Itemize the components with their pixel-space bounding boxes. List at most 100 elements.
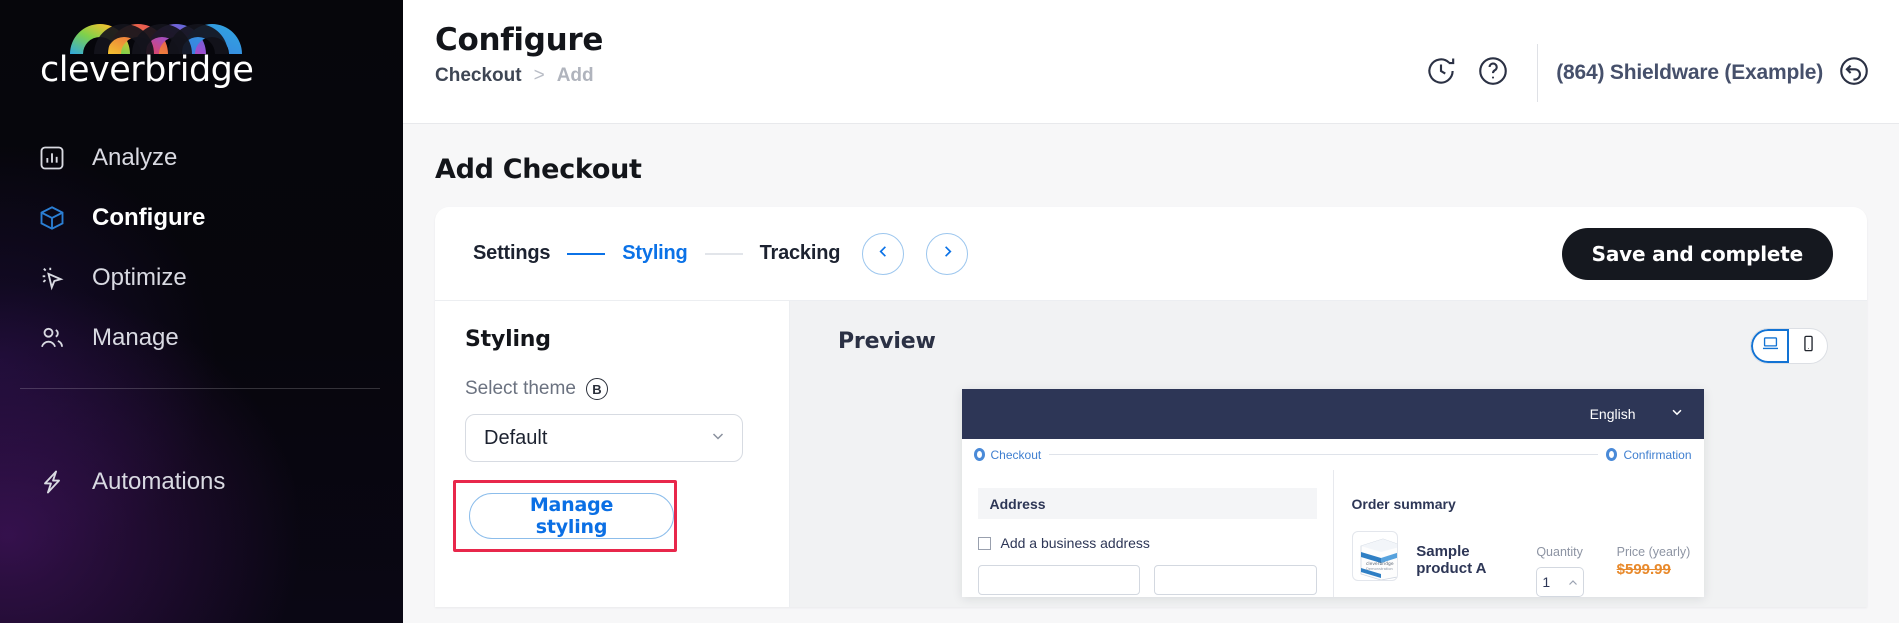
device-toggle-mobile[interactable]	[1789, 329, 1827, 363]
section-title: Add Checkout	[435, 154, 642, 185]
checkout-step-checkout: Checkout	[973, 448, 1041, 462]
address-section-title: Address	[977, 488, 1317, 519]
wizard-body: Styling Select theme B Default Manage st…	[435, 300, 1867, 607]
device-toggle	[1751, 329, 1827, 363]
help-button[interactable]	[1467, 47, 1519, 99]
bar-chart-icon	[36, 142, 68, 174]
breadcrumb-current: Add	[556, 65, 594, 86]
account-name: (864) Shieldware (Example)	[1556, 61, 1823, 84]
chevron-left-icon	[876, 244, 891, 264]
address-column: Address Add a business address	[962, 470, 1334, 597]
preview-header: Preview	[838, 329, 1827, 363]
preview-pane: Preview English Checkout Confirmation Ad…	[790, 301, 1867, 607]
theme-field-label-row: Select theme B	[465, 378, 759, 400]
sidebar-item-label: Manage	[92, 324, 179, 351]
wizard-header: Settings Styling Tracking Save and compl…	[435, 207, 1867, 300]
svg-text:Demonstration: Demonstration	[1366, 567, 1393, 571]
breadcrumb: Checkout > Add	[435, 65, 603, 87]
clock-rotate-icon	[1424, 54, 1458, 93]
wizard-card: Settings Styling Tracking Save and compl…	[435, 207, 1867, 607]
primary-nav: Analyze Configure Optimize Manage	[0, 128, 403, 368]
step-label: Confirmation	[1623, 447, 1692, 462]
chevron-right-icon	[940, 244, 955, 264]
preview-title: Preview	[838, 329, 936, 354]
tab-tracking[interactable]: Tracking	[760, 242, 841, 265]
quantity-column-header: Quantity	[1536, 545, 1583, 559]
order-line-item: cleverbridge Demonstration Sample produc…	[1351, 531, 1694, 597]
theme-field-label: Select theme	[465, 378, 576, 399]
checkout-preview-topbar: English	[961, 389, 1704, 439]
product-name: Sample product A	[1416, 543, 1487, 577]
tab-styling[interactable]: Styling	[622, 242, 687, 265]
stepper-up-icon[interactable]	[1568, 574, 1578, 590]
top-bar: Configure Checkout > Add (864) Shieldwar…	[403, 0, 1899, 124]
product-box-image-icon: cleverbridge Demonstration	[1351, 531, 1399, 581]
chevron-down-icon[interactable]	[1670, 405, 1684, 424]
page-title: Configure	[435, 22, 604, 58]
cube-icon	[36, 202, 68, 234]
undo-arrow-circle-icon[interactable]	[1837, 54, 1871, 93]
language-selector-value[interactable]: English	[1590, 406, 1636, 422]
first-name-input[interactable]	[977, 565, 1140, 595]
product-price: $599.99	[1616, 561, 1671, 578]
main-region: Configure Checkout > Add (864) Shieldwar…	[403, 0, 1899, 623]
sidebar-divider	[20, 388, 380, 389]
prev-step-button[interactable]	[862, 232, 905, 275]
sidebar-item-automations[interactable]: Automations	[0, 452, 403, 512]
secondary-nav: Automations	[0, 452, 403, 512]
lightning-bolt-icon	[36, 466, 68, 498]
sidebar-item-analyze[interactable]: Analyze	[0, 128, 403, 188]
question-circle-icon	[1476, 54, 1510, 93]
breadcrumb-parent[interactable]: Checkout	[435, 65, 522, 87]
step-ring-icon	[973, 448, 985, 461]
history-button[interactable]	[1415, 47, 1467, 99]
top-bar-actions: (864) Shieldware (Example)	[1415, 22, 1871, 102]
checkout-preview-frame: English Checkout Confirmation Address Ad…	[961, 389, 1704, 597]
progress-track	[1049, 454, 1599, 455]
checkout-progress: Checkout Confirmation	[961, 439, 1704, 470]
sidebar-item-label: Optimize	[92, 264, 187, 291]
sidebar-item-manage[interactable]: Manage	[0, 308, 403, 368]
save-and-complete-button[interactable]: Save and complete	[1561, 227, 1833, 280]
cursor-click-icon	[36, 262, 68, 294]
brand-info-badge-icon[interactable]: B	[585, 378, 608, 400]
sidebar-item-optimize[interactable]: Optimize	[0, 248, 403, 308]
manage-styling-button[interactable]: Manage styling	[469, 493, 674, 539]
pane-title: Styling	[465, 327, 551, 352]
brand-wordmark: cleverbridge	[40, 50, 254, 90]
sidebar-item-label: Configure	[92, 204, 206, 231]
quantity-value: 1	[1542, 574, 1551, 590]
step-ring-icon	[1606, 448, 1618, 461]
checkout-columns: Address Add a business address Order sum…	[962, 470, 1704, 597]
price-column: Price (yearly) $599.99	[1617, 531, 1694, 579]
device-toggle-desktop[interactable]	[1751, 329, 1789, 363]
brand-logo[interactable]: cleverbridge	[40, 20, 272, 90]
business-address-checkbox-row[interactable]: Add a business address	[977, 535, 1317, 551]
sidebar-item-label: Analyze	[92, 144, 178, 171]
title-block: Configure Checkout > Add	[435, 22, 603, 87]
theme-select[interactable]: Default	[465, 414, 743, 462]
red-highlight-annotation: Manage styling	[453, 480, 677, 552]
content-area: Add Checkout Settings Styling Tracking S…	[403, 124, 1899, 607]
quantity-column: Quantity 1	[1536, 531, 1598, 597]
laptop-icon	[1761, 334, 1780, 358]
divider	[1537, 44, 1539, 102]
quantity-stepper[interactable]: 1	[1536, 567, 1585, 597]
styling-pane: Styling Select theme B Default Manage st…	[435, 301, 790, 607]
tab-settings[interactable]: Settings	[473, 242, 550, 265]
sidebar-item-configure[interactable]: Configure	[0, 188, 403, 248]
order-summary-title: Order summary	[1351, 495, 1456, 512]
checkbox-icon[interactable]	[977, 536, 991, 550]
last-name-input[interactable]	[1154, 565, 1317, 595]
next-step-button[interactable]	[926, 232, 969, 275]
mobile-phone-icon	[1799, 334, 1818, 358]
checkout-step-confirmation: Confirmation	[1606, 447, 1692, 462]
order-summary-column: Order summary cleverbridge Demonstration…	[1334, 470, 1710, 597]
sidebar: cleverbridge Analyze Configure Optimize …	[0, 0, 403, 623]
step-connector	[704, 252, 743, 255]
price-column-header: Price (yearly)	[1616, 545, 1691, 559]
chevron-right-icon: >	[533, 65, 545, 86]
app-root: cleverbridge Analyze Configure Optimize …	[0, 0, 1899, 623]
step-connector	[567, 252, 606, 255]
account-switcher[interactable]: (864) Shieldware (Example)	[1556, 54, 1871, 93]
